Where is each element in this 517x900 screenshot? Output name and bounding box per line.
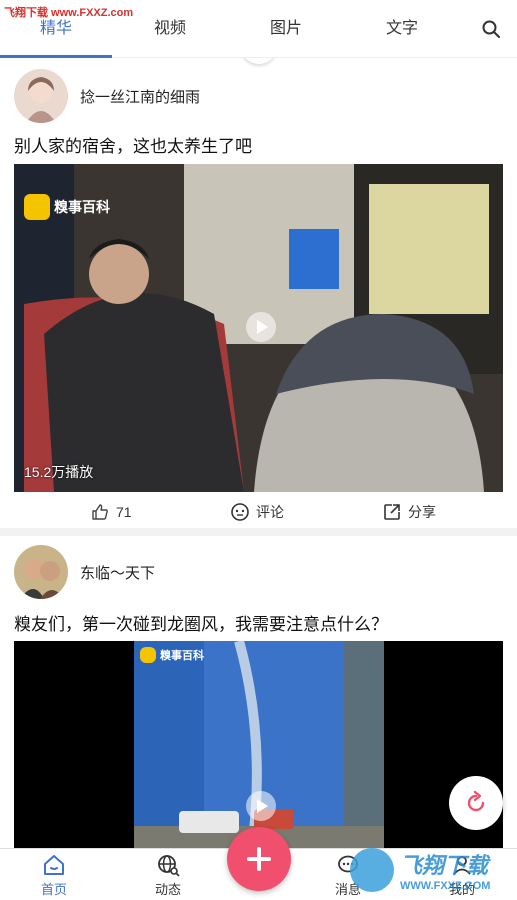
tab-text[interactable]: 文字 (344, 0, 460, 58)
site-watermark-top: 飞翔下载 www.FXXZ.com (4, 7, 134, 19)
site-watermark-bottom: 飞翔下载 WWW.FXXZ.COM (350, 840, 517, 900)
share-button[interactable]: 分享 (382, 502, 436, 522)
post-author[interactable]: 捻一丝江南的细雨 (14, 66, 494, 126)
tab-label: 精华 (39, 19, 72, 37)
post-author[interactable]: 东临～天下 (14, 542, 494, 602)
qiushi-logo-icon (24, 194, 50, 220)
nav-label: 首页 (40, 882, 67, 897)
video-player[interactable]: 糗事百科 15.2万播放 (14, 164, 503, 492)
active-tab-underline (0, 54, 112, 58)
tab-images[interactable]: 图片 (228, 0, 344, 58)
share-icon (384, 504, 400, 520)
create-post-button[interactable] (227, 827, 291, 891)
post-actions: 71 评论 分享 (0, 492, 517, 536)
thumbs-up-icon (92, 504, 108, 520)
share-label: 分享 (408, 504, 436, 520)
tab-label: 视频 (153, 19, 186, 37)
fxxz-logo-icon (350, 848, 394, 892)
like-button[interactable]: 71 (90, 502, 132, 522)
comment-label: 评论 (256, 504, 284, 520)
search-icon[interactable] (481, 19, 501, 39)
comment-button[interactable]: 评论 (230, 502, 284, 522)
play-icon[interactable] (246, 791, 276, 821)
post-title[interactable]: 糗友们，第一次碰到龙圈风，我需要注意点什么？ (14, 610, 388, 635)
play-icon[interactable] (246, 312, 276, 342)
avatar[interactable] (14, 69, 68, 123)
comment-icon (231, 503, 249, 521)
watermark-text: 糗事百科 (160, 650, 204, 662)
home-icon (44, 855, 64, 875)
video-watermark: 糗事百科 (140, 647, 204, 663)
watermark-text: 糗事百科 (54, 199, 110, 215)
avatar[interactable] (14, 545, 68, 599)
author-name: 捻一丝江南的细雨 (80, 88, 201, 106)
qiushi-logo-icon (140, 647, 156, 663)
play-count: 15.2万播放 (24, 464, 94, 480)
nav-label: 动态 (154, 882, 181, 897)
watermark-name: 飞翔下载 (400, 853, 489, 878)
globe-icon (158, 855, 180, 877)
video-watermark: 糗事百科 (24, 194, 110, 220)
watermark-url: WWW.FXXZ.COM (400, 880, 491, 892)
author-name: 东临～天下 (80, 564, 156, 582)
tab-label: 图片 (269, 19, 302, 37)
nav-home[interactable]: 首页 (24, 853, 84, 898)
refresh-button[interactable] (449, 776, 503, 830)
like-count: 71 (116, 504, 132, 520)
nav-feed[interactable]: 动态 (138, 853, 198, 898)
post-title[interactable]: 别人家的宿舍，这也太养生了吧 (14, 132, 252, 157)
refresh-icon (467, 790, 485, 812)
tab-label: 文字 (385, 19, 418, 37)
video-player[interactable]: 糗事百科 (14, 641, 503, 848)
